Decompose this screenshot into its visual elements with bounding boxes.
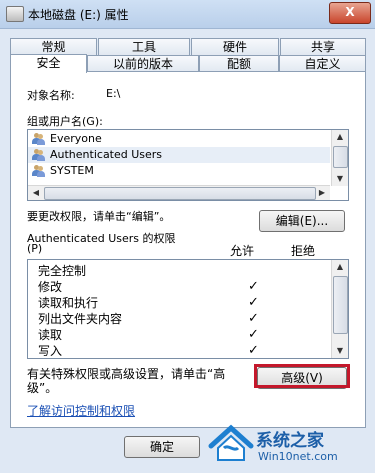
scroll-left-icon[interactable]: ◀ [28, 186, 44, 200]
tab-hardware[interactable]: 硬件 [191, 38, 279, 55]
scroll-right-icon[interactable]: ▶ [314, 186, 330, 200]
permission-row: 修改 ✓ [38, 279, 328, 295]
permission-row: 读取 ✓ [38, 327, 328, 343]
allow-column-header: 允许 [230, 244, 255, 258]
permissions-vertical-scrollbar[interactable]: ▲ ▼ [331, 260, 348, 358]
permission-label: 读取和执行 [38, 296, 99, 310]
scroll-up-icon[interactable]: ▲ [332, 260, 348, 274]
groups-horizontal-scrollbar[interactable]: ◀ ▶ [28, 185, 330, 200]
allow-check-icon: ✓ [248, 327, 259, 342]
watermark-line-1: 系统之家 [256, 431, 324, 451]
permissions-list: 完全控制 修改 ✓ 读取和执行 ✓ 列出文件夹内容 ✓ 读取 ✓ 写入 ✓ ▲ … [27, 259, 349, 359]
ok-button[interactable]: 确定 [124, 436, 200, 458]
tab-security[interactable]: 安全 [10, 54, 87, 73]
user-group-icon [32, 149, 45, 161]
learn-access-control-link[interactable]: 了解访问控制和权限 [27, 402, 135, 419]
tab-general[interactable]: 常规 [10, 38, 97, 55]
list-item-label: Everyone [50, 132, 102, 145]
tab-quota[interactable]: 配额 [199, 55, 279, 72]
user-group-icon [32, 165, 45, 177]
permission-label: 写入 [38, 344, 63, 358]
object-name-label: 对象名称: [27, 89, 75, 102]
tab-sharing[interactable]: 共享 [280, 38, 366, 55]
horizontal-scroll-thumb[interactable] [44, 187, 316, 200]
permission-row: 列出文件夹内容 ✓ [38, 311, 328, 327]
groups-vertical-scrollbar[interactable]: ▲ ▼ [331, 130, 348, 186]
tab-previous-versions[interactable]: 以前的版本 [87, 55, 199, 72]
scroll-down-icon[interactable]: ▼ [332, 172, 348, 186]
list-item[interactable]: Everyone [28, 131, 330, 147]
tab-tools[interactable]: 工具 [98, 38, 190, 55]
permission-row: 写入 ✓ [38, 343, 328, 358]
permission-label: 读取 [38, 328, 63, 342]
change-permissions-text: 要更改权限，请单击“编辑”。 [27, 210, 171, 223]
groups-label: 组或用户名(G): [27, 115, 103, 128]
permission-label: 完全控制 [38, 264, 87, 278]
groups-list[interactable]: Everyone Authenticated Users SYSTEM ▲ ▼ … [27, 129, 349, 201]
scroll-thumb[interactable] [333, 146, 348, 168]
window-title: 本地磁盘 (E:) 属性 [28, 8, 129, 22]
allow-check-icon: ✓ [248, 279, 259, 294]
close-button[interactable]: X [329, 2, 371, 24]
allow-check-icon: ✓ [248, 343, 259, 358]
watermark: 系统之家 Win10net.com [206, 420, 375, 473]
tabs-row-2: 安全 以前的版本 配额 自定义 [10, 54, 366, 73]
permissions-title: Authenticated Users 的权限 [27, 232, 176, 245]
tab-customize[interactable]: 自定义 [279, 55, 366, 72]
tabs-row-1: 常规 工具 硬件 共享 [10, 38, 366, 55]
list-item-label: SYSTEM [50, 164, 94, 177]
advanced-text-line-2: 级”。 [27, 381, 58, 395]
allow-check-icon: ✓ [248, 295, 259, 310]
highlight-box [254, 364, 350, 388]
permission-label: 列出文件夹内容 [38, 312, 123, 326]
list-item-label: Authenticated Users [50, 148, 163, 161]
house-logo-icon [208, 424, 254, 461]
permission-row: 完全控制 [38, 263, 86, 279]
list-item[interactable]: SYSTEM [28, 163, 330, 179]
permission-label: 修改 [38, 280, 63, 294]
object-name-value: E:\ [106, 87, 121, 100]
list-item[interactable]: Authenticated Users [28, 147, 330, 163]
scroll-up-icon[interactable]: ▲ [332, 130, 348, 144]
allow-check-icon: ✓ [248, 311, 259, 326]
permissions-title-suffix: (P) [27, 242, 43, 255]
title-bar: 本地磁盘 (E:) 属性 X [0, 0, 375, 29]
drive-icon [6, 6, 24, 22]
edit-button[interactable]: 编辑(E)... [259, 210, 345, 232]
scroll-down-icon[interactable]: ▼ [332, 344, 348, 358]
permission-row: 读取和执行 ✓ [38, 295, 328, 311]
deny-column-header: 拒绝 [291, 244, 316, 258]
user-group-icon [32, 133, 45, 145]
scroll-thumb[interactable] [333, 276, 348, 334]
watermark-line-2: Win10net.com [258, 450, 338, 463]
